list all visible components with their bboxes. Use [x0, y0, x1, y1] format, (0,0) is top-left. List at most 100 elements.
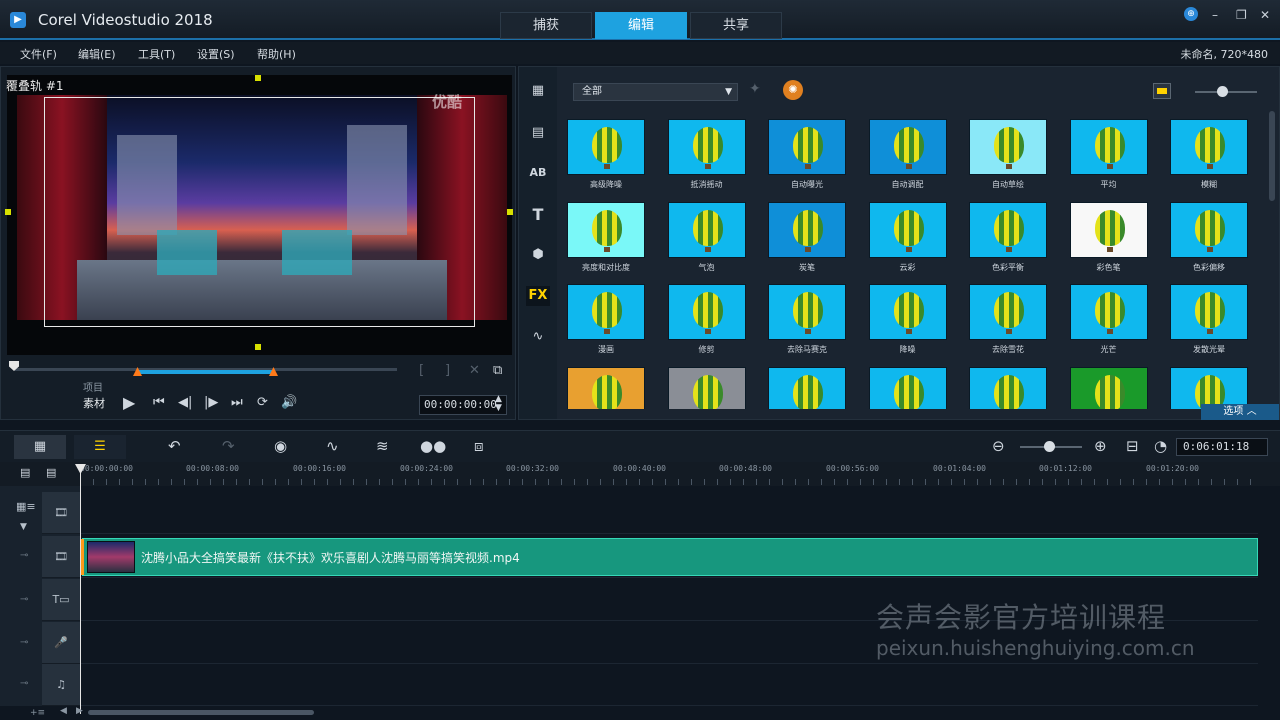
enlarge-preview-icon[interactable]: ⧉ — [493, 363, 502, 378]
timecode-stepper-icon[interactable]: ▲ ▼ — [495, 395, 502, 413]
get-more-content-icon[interactable]: ✺ — [783, 80, 803, 100]
track-manager-icon[interactable]: ▤ — [20, 466, 30, 479]
storyboard-view-icon[interactable]: ▦ — [14, 435, 66, 459]
menu-tools[interactable]: 工具(T) — [138, 46, 175, 62]
globe-icon[interactable]: ⊕ — [1184, 7, 1198, 21]
instant-project-icon[interactable]: ▤ — [526, 123, 550, 143]
show-all-tracks-icon[interactable]: ▦≡ — [16, 500, 36, 513]
preview-timecode[interactable]: 00:00:00:00 — [419, 395, 507, 415]
effect-thumbnail[interactable] — [1168, 366, 1250, 409]
record-capture-icon[interactable]: ◉ — [274, 437, 287, 455]
timeline-ruler[interactable]: ▤ ▤ 00:00:00:00 00:00:08:00 00:00:16:00 … — [0, 462, 1280, 486]
effect-thumbnail[interactable]: 自动调配 — [867, 119, 949, 197]
effect-thumbnail[interactable] — [565, 366, 647, 409]
effect-thumbnail[interactable]: 模糊 — [1168, 119, 1250, 197]
scroll-right-icon[interactable]: ▶ — [76, 706, 83, 716]
subtitle-editor-icon[interactable]: ●● — [420, 437, 446, 455]
timeline-hscrollbar[interactable] — [88, 710, 314, 715]
effect-thumbnail[interactable]: 自动曝光 — [766, 119, 848, 197]
add-favorite-icon[interactable]: ✦ — [749, 81, 761, 97]
view-mode-icon[interactable] — [1153, 83, 1171, 99]
category-dropdown[interactable]: 全部 ▼ — [573, 83, 738, 101]
preview-screen[interactable]: 优酷 — [7, 75, 512, 355]
effect-thumbnail[interactable] — [867, 366, 949, 409]
resize-handle-left[interactable] — [5, 209, 11, 215]
effect-thumbnail[interactable]: 发散光晕 — [1168, 284, 1250, 362]
sound-mixer-icon[interactable]: ∿ — [326, 437, 339, 455]
zoom-slider-thumb[interactable] — [1044, 441, 1055, 452]
menu-help[interactable]: 帮助(H) — [257, 46, 296, 62]
project-mode-label[interactable]: 项目 — [83, 379, 103, 394]
video-track-header[interactable]: 🎞 — [42, 492, 80, 534]
timeline-timecode[interactable]: 0:06:01:18 — [1176, 438, 1268, 456]
motion-tracking-icon[interactable]: ≋ — [376, 437, 389, 455]
tab-share[interactable]: 共享 — [690, 12, 782, 39]
resize-handle-bottom[interactable] — [255, 344, 261, 350]
path-icon[interactable]: ∿ — [526, 327, 550, 347]
effect-thumbnail[interactable]: 云彩 — [867, 201, 949, 280]
scroll-left-icon[interactable]: ◀ — [60, 706, 67, 716]
effect-thumbnail[interactable]: 去除雪花 — [967, 284, 1049, 362]
effect-thumbnail[interactable]: 去除马赛克 — [766, 284, 848, 362]
undo-icon[interactable]: ↶ — [168, 437, 181, 455]
track-visibility-icon[interactable]: ⊸ — [20, 550, 28, 561]
collapse-arrow-icon[interactable]: ▼ — [20, 522, 27, 532]
go-start-icon[interactable]: ⏮ — [153, 395, 165, 410]
overlay-track-header[interactable]: 🎞 — [42, 536, 80, 578]
video-clip[interactable]: 沈腾小品大全搞笑最新《扶不扶》欢乐喜剧人沈腾马丽等搞笑视频.mp4 — [80, 538, 1258, 576]
menu-settings[interactable]: 设置(S) — [197, 46, 235, 62]
effect-thumbnail[interactable]: 修剪 — [666, 284, 748, 362]
prev-frame-icon[interactable]: ◀| — [178, 395, 192, 410]
maximize-icon[interactable]: ❐ — [1236, 8, 1247, 22]
library-scrollbar[interactable] — [1269, 111, 1275, 201]
effect-thumbnail[interactable]: 自动草绘 — [967, 119, 1049, 197]
volume-icon[interactable]: 🔊 — [281, 395, 297, 410]
effect-thumbnail[interactable]: 漫画 — [565, 284, 647, 362]
tab-edit[interactable]: 编辑 — [595, 12, 687, 39]
voice-track-header[interactable]: 🎤 — [42, 622, 80, 664]
effect-thumbnail[interactable]: 光芒 — [1068, 284, 1150, 362]
menu-file[interactable]: 文件(F) — [20, 46, 57, 62]
effect-thumbnail[interactable]: 亮度和对比度 — [565, 201, 647, 280]
effect-thumbnail[interactable]: 炭笔 — [766, 201, 848, 280]
effect-thumbnail[interactable]: 彩色笔 — [1068, 201, 1150, 280]
graphics-icon[interactable]: ⬢ — [526, 245, 550, 265]
title-track-header[interactable]: T▭ — [42, 579, 80, 621]
zoom-in-icon[interactable]: ⊕ — [1094, 437, 1107, 455]
effect-thumbnail[interactable] — [766, 366, 848, 409]
filter-fx-icon[interactable]: FX — [526, 286, 550, 306]
track-visibility-icon[interactable]: ⊸ — [20, 678, 28, 689]
fit-project-icon[interactable]: ⊟ — [1126, 437, 1139, 455]
repeat-icon[interactable]: ⟳ — [257, 395, 268, 410]
zoom-out-icon[interactable]: ⊖ — [992, 437, 1005, 455]
menu-edit[interactable]: 编辑(E) — [78, 46, 116, 62]
title-icon[interactable]: T — [526, 205, 550, 225]
go-end-icon[interactable]: ⏭ — [231, 395, 243, 410]
mark-out-icon[interactable]: ] — [445, 363, 450, 378]
effect-thumbnail[interactable]: 色彩平衡 — [967, 201, 1049, 280]
resize-handle-top[interactable] — [255, 75, 261, 81]
effect-thumbnail[interactable] — [1068, 366, 1150, 409]
video-track[interactable] — [80, 490, 1258, 534]
chapter-icon[interactable]: ▤ — [46, 466, 56, 479]
music-track-header[interactable]: ♫ — [42, 664, 80, 706]
track-visibility-icon[interactable]: ⊸ — [20, 594, 28, 605]
redo-icon[interactable]: ↷ — [222, 437, 235, 455]
multi-camera-icon[interactable]: ⧈ — [474, 437, 484, 455]
thumb-size-slider-thumb[interactable] — [1217, 86, 1228, 97]
media-icon[interactable]: ▦ — [526, 81, 550, 101]
timeline-view-icon[interactable]: ☰ — [74, 435, 126, 459]
effect-thumbnail[interactable]: 抵消摇动 — [666, 119, 748, 197]
effect-thumbnail[interactable]: 降噪 — [867, 284, 949, 362]
resize-handle-right[interactable] — [507, 209, 513, 215]
next-frame-icon[interactable]: |▶ — [204, 395, 218, 410]
effect-thumbnail[interactable] — [967, 366, 1049, 409]
effect-thumbnail[interactable]: 平均 — [1068, 119, 1150, 197]
tab-capture[interactable]: 捕获 — [500, 12, 592, 39]
track-visibility-icon[interactable]: ⊸ — [20, 637, 28, 648]
split-icon[interactable]: ✕ — [469, 363, 480, 378]
effect-thumbnail[interactable]: 色彩偏移 — [1168, 201, 1250, 280]
mark-in-icon[interactable]: [ — [419, 363, 424, 378]
music-track[interactable] — [80, 664, 1258, 706]
close-icon[interactable]: ✕ — [1260, 8, 1270, 22]
